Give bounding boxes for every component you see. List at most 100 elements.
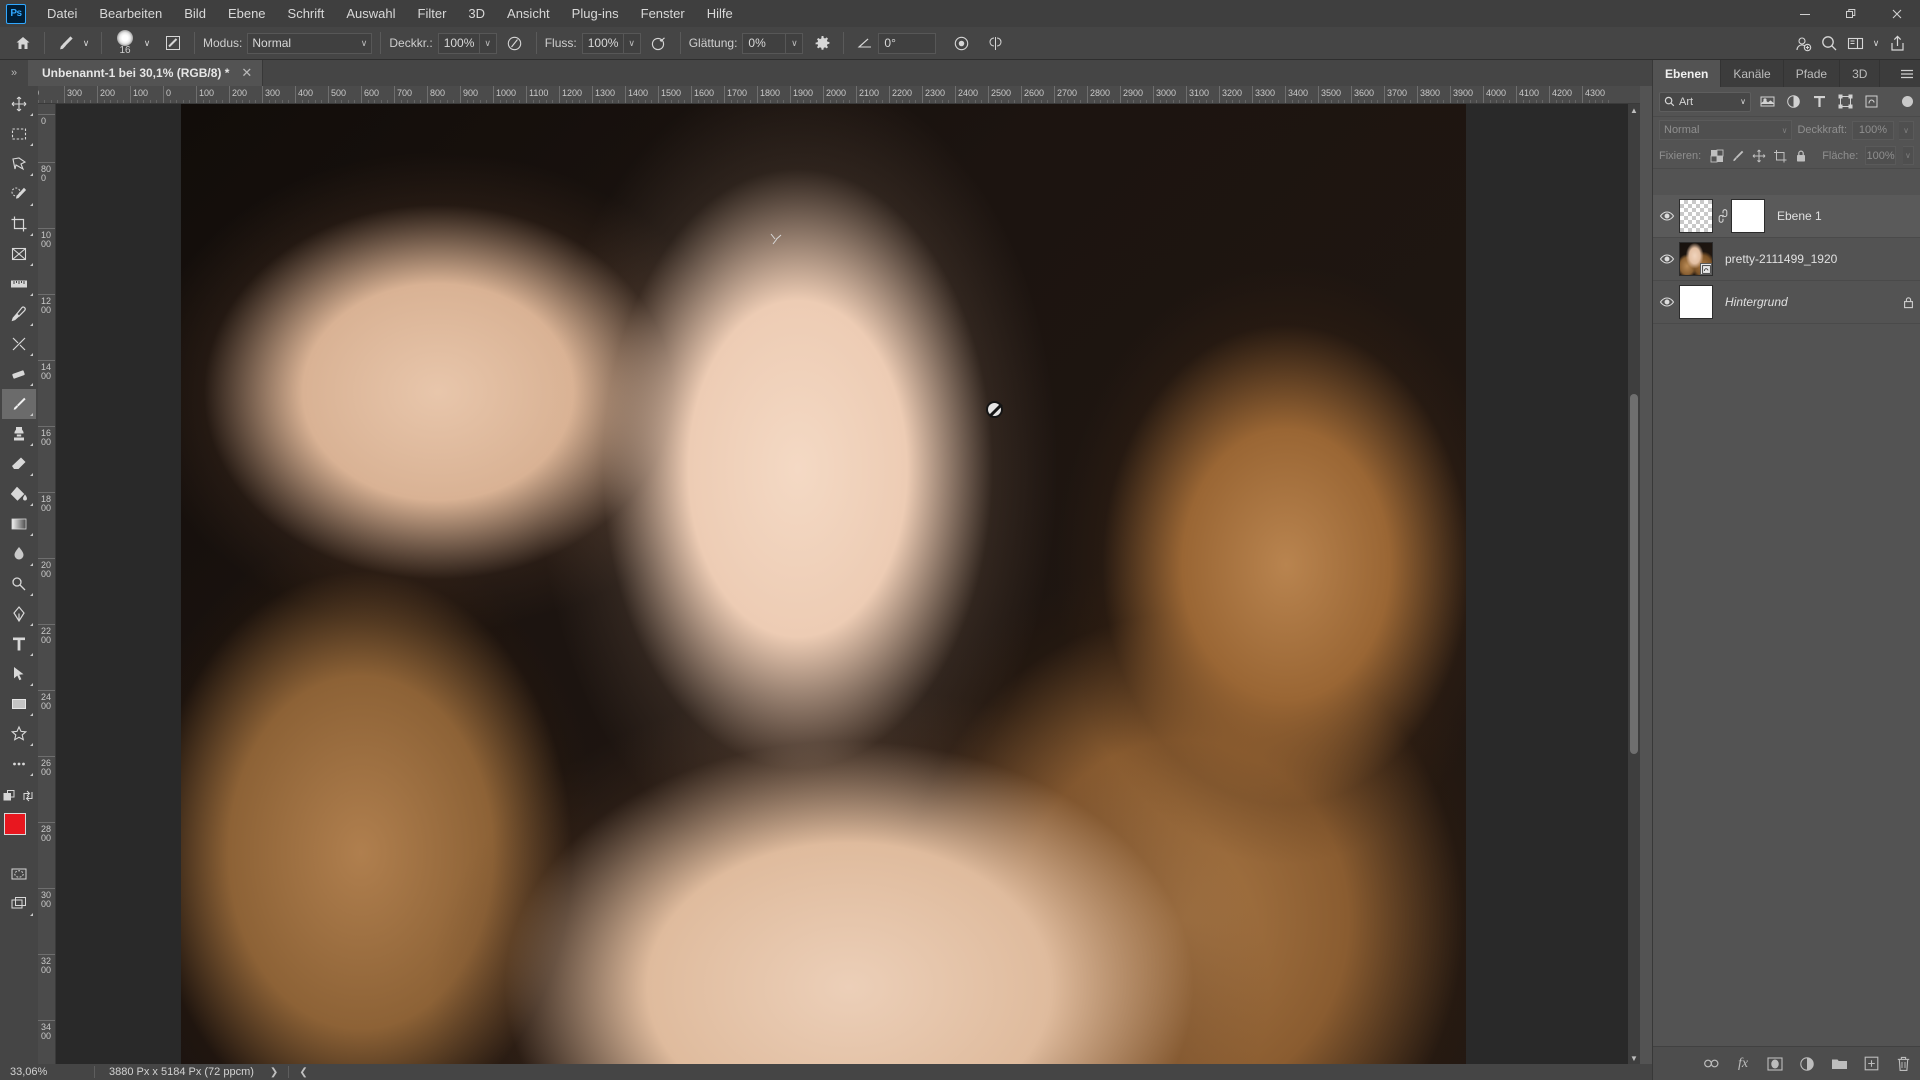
lasso-tool[interactable] [2, 149, 36, 179]
status-prev-icon[interactable]: ❮ [293, 1067, 313, 1078]
filter-smart-object-icon[interactable] [1863, 93, 1880, 110]
layer-fill-input[interactable]: 100% [1865, 146, 1896, 165]
eyedropper-tool[interactable] [2, 299, 36, 329]
smoothing-input[interactable]: 0% [742, 32, 787, 54]
more-tools[interactable] [2, 749, 36, 779]
menu-auswahl[interactable]: Auswahl [335, 2, 406, 25]
pen-tool[interactable] [2, 599, 36, 629]
menu-bild[interactable]: Bild [173, 2, 217, 25]
layer-thumbnail[interactable] [1679, 242, 1713, 276]
status-next-icon[interactable]: ❯ [264, 1067, 284, 1078]
rectangular-marquee-tool[interactable] [2, 119, 36, 149]
link-icon[interactable] [1717, 209, 1729, 223]
scroll-up-icon[interactable]: ▲ [1628, 104, 1640, 116]
measure-tool[interactable] [2, 269, 36, 299]
new-group-icon[interactable] [1830, 1055, 1848, 1073]
layer-filter-type-select[interactable]: Art ∨ [1659, 91, 1751, 112]
dodge-tool[interactable] [2, 569, 36, 599]
crop-tool[interactable] [2, 209, 36, 239]
flow-chevron-icon[interactable]: ∨ [623, 32, 641, 54]
adjustment-layer-icon[interactable] [1798, 1055, 1816, 1073]
panel-menu-icon[interactable] [1900, 60, 1914, 87]
add-mask-icon[interactable] [1766, 1055, 1784, 1073]
healing-brush-tool[interactable] [2, 329, 36, 359]
clone-stamp-tool[interactable] [2, 419, 36, 449]
pressure-opacity-icon[interactable] [502, 31, 528, 55]
workspace-chevron-icon[interactable]: ∨ [1868, 31, 1884, 55]
screen-mode-icon[interactable] [2, 889, 36, 919]
layer-row-hintergrund[interactable]: Hintergrund [1653, 281, 1920, 324]
menu-datei[interactable]: Datei [36, 2, 88, 25]
layer-blend-mode-select[interactable]: Normal ∨ [1659, 120, 1793, 140]
layer-name[interactable]: Hintergrund [1717, 295, 1896, 309]
brush-tool-icon[interactable] [53, 31, 79, 55]
path-selection-tool[interactable] [2, 659, 36, 689]
menu-filter[interactable]: Filter [407, 2, 458, 25]
gear-icon[interactable] [809, 31, 835, 55]
workspace-icon[interactable] [1842, 31, 1868, 55]
menu-ebene[interactable]: Ebene [217, 2, 277, 25]
panel-expand-icon[interactable]: » [0, 60, 28, 86]
lock-transparency-icon[interactable] [1710, 148, 1724, 164]
zoom-level[interactable]: 33,06% [0, 1066, 90, 1078]
close-icon[interactable]: ✕ [241, 65, 252, 81]
filter-type-icon[interactable] [1811, 93, 1828, 110]
tab-pfade[interactable]: Pfade [1784, 60, 1841, 87]
layer-thumbnail[interactable] [1679, 199, 1713, 233]
menu-schrift[interactable]: Schrift [277, 2, 336, 25]
lock-image-icon[interactable] [1731, 148, 1745, 164]
menu-bearbeiten[interactable]: Bearbeiten [88, 2, 173, 25]
brush-tool-chevron-icon[interactable]: ∨ [79, 31, 93, 55]
edit-toolbar-icon[interactable] [3, 789, 18, 804]
share-user-icon[interactable] [1790, 31, 1816, 55]
delete-layer-icon[interactable] [1894, 1055, 1912, 1073]
foreground-color-swatch[interactable] [4, 813, 26, 835]
layer-style-fx-icon[interactable]: fx [1734, 1055, 1752, 1073]
canvas-vertical-scrollbar[interactable]: ▲ ▼ [1628, 104, 1640, 1064]
home-icon[interactable] [10, 31, 36, 55]
opacity-chevron-icon[interactable]: ∨ [479, 32, 497, 54]
canvas-area[interactable] [56, 104, 1640, 1064]
layer-name[interactable]: Ebene 1 [1769, 209, 1920, 223]
filter-shape-icon[interactable] [1837, 93, 1854, 110]
smoothing-chevron-icon[interactable]: ∨ [786, 32, 804, 54]
layer-visibility-toggle[interactable] [1655, 294, 1679, 310]
paint-bucket-tool[interactable] [2, 479, 36, 509]
color-swatches[interactable] [2, 811, 36, 851]
layer-row-pretty-2111499[interactable]: pretty-2111499_1920 [1653, 238, 1920, 281]
filter-adjustment-icon[interactable] [1785, 93, 1802, 110]
angle-input[interactable]: 0° [878, 32, 937, 54]
layer-name[interactable]: pretty-2111499_1920 [1717, 252, 1920, 266]
flow-input[interactable]: 100% [581, 32, 624, 54]
symmetry-butterfly-icon[interactable] [982, 31, 1008, 55]
share-icon[interactable] [1884, 31, 1910, 55]
tab-3d[interactable]: 3D [1840, 60, 1881, 87]
layer-opacity-input[interactable]: 100% [1852, 120, 1894, 140]
link-layers-icon[interactable] [1702, 1055, 1720, 1073]
brush-settings-icon[interactable] [160, 31, 186, 55]
vertical-scroll-thumb[interactable] [1630, 394, 1638, 754]
swap-colors-icon[interactable] [21, 789, 35, 803]
airbrush-icon[interactable] [646, 31, 672, 55]
patch-tool[interactable] [2, 359, 36, 389]
blend-mode-select[interactable]: Normal ∨ [247, 32, 373, 54]
menu-3d[interactable]: 3D [457, 2, 496, 25]
layer-visibility-toggle[interactable] [1655, 208, 1679, 224]
object-selection-tool[interactable] [2, 179, 36, 209]
quick-mask-icon[interactable] [2, 859, 36, 889]
close-button[interactable] [1874, 0, 1920, 27]
tab-ebenen[interactable]: Ebenen [1653, 60, 1722, 87]
filter-toggle[interactable] [1902, 96, 1913, 107]
brush-preset-preview[interactable]: 16 [110, 30, 140, 56]
layer-opacity-chevron-icon[interactable]: ∨ [1899, 120, 1914, 140]
restore-button[interactable] [1828, 0, 1874, 27]
layer-thumbnail[interactable] [1679, 285, 1713, 319]
menu-plugins[interactable]: Plug-ins [561, 2, 630, 25]
tab-kanaele[interactable]: Kanäle [1721, 60, 1784, 87]
layer-visibility-toggle[interactable] [1655, 251, 1679, 267]
layer-row-ebene-1[interactable]: Ebene 1 [1653, 195, 1920, 238]
type-tool[interactable] [2, 629, 36, 659]
document-artboard[interactable] [181, 104, 1466, 1064]
menu-ansicht[interactable]: Ansicht [496, 2, 561, 25]
scroll-down-icon[interactable]: ▼ [1628, 1052, 1640, 1064]
